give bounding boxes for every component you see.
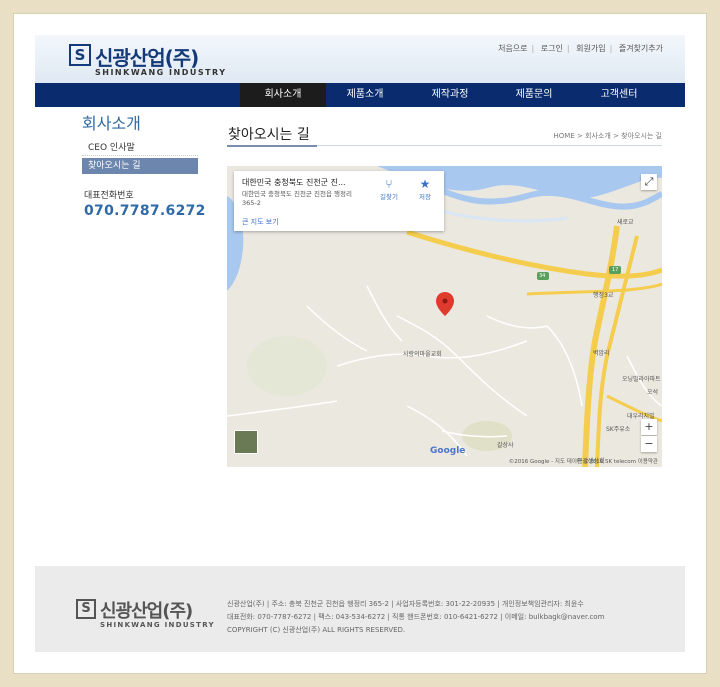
footer-line-company: 신광산업(주) | 주소: 충북 진천군 진천읍 행정리 365-2 | 사업자… [227, 600, 584, 608]
nav-item-support[interactable]: 고객센터 [576, 83, 662, 107]
site-footer: S 신광산업(주) SHINKWANG INDUSTRY 신광산업(주) | 주… [35, 566, 685, 652]
map-label-byeokam: 벽암리 [593, 350, 610, 357]
map-label-sk-station: SK주유소 [606, 426, 631, 433]
google-logo: Google [430, 446, 466, 456]
directions-label: 길찾기 [380, 193, 398, 201]
logo-subtitle: SHINKWANG INDUSTRY [95, 68, 227, 77]
page-title: 찾아오시는 길 [228, 127, 310, 143]
sidebar-item-directions[interactable]: 찾아오시는 길 [82, 158, 198, 174]
directions-icon: ⑂ [385, 177, 393, 191]
sidebar: 회사소개 CEO 인사말 찾아오시는 길 대표전화번호 070.7787.627… [70, 110, 212, 360]
zoom-out-button[interactable]: − [641, 436, 657, 452]
footer-line-contact: 대표전화: 070-7787-6272 | 팩스: 043-534-6272 |… [227, 613, 605, 621]
sidebar-item-ceo[interactable]: CEO 인사말 [82, 140, 198, 156]
satellite-toggle-thumbnail[interactable] [234, 430, 258, 454]
util-link-join[interactable]: 회원가입 [576, 44, 605, 53]
road-shield-34: 34 [539, 273, 546, 279]
map-label-galsangsa: 갈상사 [497, 442, 514, 449]
google-map[interactable]: 사랑의마을교회 갈상사 행정3교 오닝빌라아파트 대우리지빌 SK주유소 벽암리… [227, 166, 662, 467]
map-info-window: 대한민국 충청북도 진천군 진... 대한민국 충청북도 진천군 진천읍 행정리… [234, 171, 444, 231]
map-attribution: ©2016 Google - 지도 데이터 ©2016 SK telecom 이… [508, 459, 658, 465]
footer-copyright: COPYRIGHT (C) 신광산업(주) ALL RIGHTS RESERVE… [227, 626, 406, 634]
nav-item-products[interactable]: 제품소개 [322, 83, 408, 107]
breadcrumb: HOME > 회사소개 > 찾아오시는 길 [553, 132, 663, 140]
footer-logo-subtitle: SHINKWANG INDUSTRY [100, 621, 215, 629]
sidebar-menu: CEO 인사말 찾아오시는 길 [82, 140, 198, 174]
site-header: S 신광산업(주) SHINKWANG INDUSTRY 처음으로 | 로그인 | … [35, 35, 685, 83]
footer-logo-name: 신광산업(주) [100, 601, 193, 622]
info-title: 대한민국 충청북도 진천군 진... [242, 178, 346, 187]
util-link-home[interactable]: 처음으로 [498, 44, 527, 53]
map-label-church: 사랑의마을교회 [403, 351, 442, 358]
footer-info: 신광산업(주) | 주소: 충북 진천군 진천읍 행정리 365-2 | 사업자… [227, 598, 604, 637]
zoom-in-button[interactable]: + [641, 419, 657, 435]
util-link-bookmark[interactable]: 즐겨찾기추가 [619, 44, 663, 53]
footer-logo-mark-icon: S [76, 599, 96, 619]
phone-number: 070.7787.6272 [84, 203, 206, 219]
nav-item-company[interactable]: 회사소개 [240, 83, 326, 107]
title-divider-accent [227, 145, 317, 147]
map-label-oseok: 오석 [647, 389, 659, 396]
star-icon: ★ [419, 177, 431, 191]
directions-button[interactable]: ⑂ 길찾기 [372, 177, 406, 201]
nav-item-inquiry[interactable]: 제품문의 [491, 83, 577, 107]
large-map-link[interactable]: 큰 지도 보기 [242, 217, 279, 227]
logo-name: 신광산업(주) [95, 46, 199, 70]
map-label-saerogyo: 새로교 [617, 219, 634, 226]
util-link-login[interactable]: 로그인 [541, 44, 563, 53]
nav-item-process[interactable]: 제작과정 [407, 83, 493, 107]
save-button[interactable]: ★ 저장 [408, 177, 442, 201]
save-label: 저장 [419, 193, 431, 201]
main-nav: 회사소개 제품소개 제작과정 제품문의 고객센터 [35, 83, 685, 107]
map-label-apartment: 오닝빌라아파트 [622, 376, 661, 383]
fullscreen-icon[interactable]: ⤢ [641, 174, 657, 190]
sidebar-title: 회사소개 [82, 114, 141, 133]
info-address: 대한민국 충청북도 진천군 진천읍 행정리 365-2 [242, 190, 352, 207]
utility-links: 처음으로 | 로그인 | 회원가입 | 즐겨찾기추가 [498, 44, 663, 53]
road-shield-17: 17 [612, 267, 619, 273]
phone-label: 대표전화번호 [84, 191, 134, 201]
logo-mark-icon: S [69, 44, 91, 66]
map-label-bridge: 행정3교 [593, 292, 614, 299]
